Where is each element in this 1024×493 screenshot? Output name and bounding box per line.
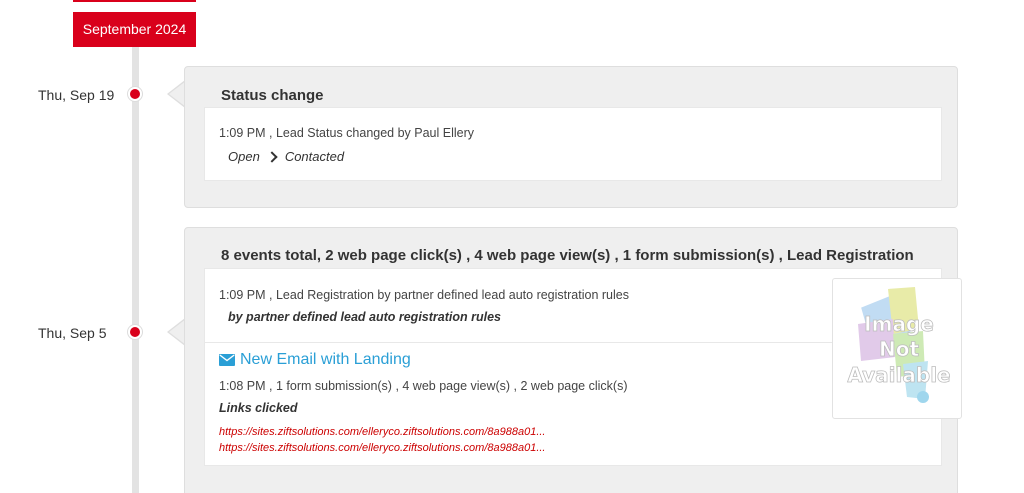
image-not-available-graphic: Image Not Available: [847, 287, 951, 403]
thumbnail-text-line2: Not: [879, 337, 919, 361]
thumbnail-text-line3: Available: [847, 363, 950, 387]
section-divider: [205, 342, 941, 343]
event-date: Thu, Sep 5: [38, 325, 107, 341]
email-time-line: 1:08 PM , 1 form submission(s) , 4 web p…: [219, 379, 628, 393]
activity-summary-card: 8 events total, 2 web page click(s) , 4 …: [184, 227, 962, 493]
timeline-line: [132, 47, 139, 493]
previous-month-badge-edge: [73, 0, 196, 2]
email-link[interactable]: New Email with Landing: [219, 351, 411, 369]
clicked-url-link[interactable]: https://sites.ziftsolutions.com/elleryco…: [219, 426, 546, 438]
event-time-line: 1:09 PM , Lead Status changed by Paul El…: [219, 126, 475, 140]
card-pointer: [167, 80, 186, 108]
thumbnail-placeholder: Image Not Available: [832, 278, 962, 419]
clicked-url-link[interactable]: https://sites.ziftsolutions.com/elleryco…: [219, 442, 546, 454]
registration-detail: by partner defined lead auto registratio…: [228, 310, 501, 324]
timeline-dot: [128, 87, 142, 101]
event-title: Status change: [221, 87, 324, 104]
envelope-icon: [219, 354, 235, 366]
event-date: Thu, Sep 19: [38, 87, 115, 103]
month-badge: September 2024: [73, 12, 196, 47]
thumbnail-text-line1: Image: [864, 312, 934, 336]
event-detail-panel: 1:09 PM , Lead Registration by partner d…: [204, 268, 962, 466]
event-title: 8 events total, 2 web page click(s) , 4 …: [221, 247, 914, 264]
timeline-dot: [128, 325, 142, 339]
timeline-page: September 2024 Thu, Sep 19 Status change…: [0, 0, 1024, 493]
status-transition: Open Contacted: [228, 149, 344, 164]
event-detail-panel: 1:09 PM , Lead Status changed by Paul El…: [204, 107, 942, 181]
status-to: Contacted: [284, 149, 345, 164]
email-link-label: New Email with Landing: [240, 351, 411, 368]
status-change-card: Status change 1:09 PM , Lead Status chan…: [184, 66, 958, 208]
registration-time-line: 1:09 PM , Lead Registration by partner d…: [219, 288, 629, 302]
chevron-right-icon: [266, 151, 278, 163]
card-pointer: [167, 318, 186, 346]
status-from: Open: [228, 149, 260, 164]
links-heading: Links clicked: [219, 401, 298, 415]
